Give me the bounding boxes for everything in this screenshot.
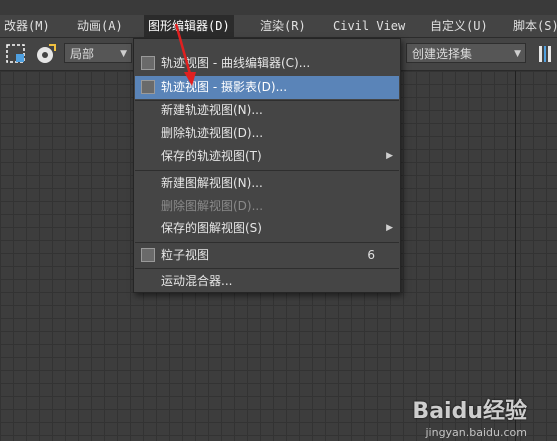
dope-sheet-icon	[141, 80, 155, 94]
menu-item-label: 删除轨迹视图(D)...	[161, 126, 264, 140]
submenu-arrow-icon: ▶	[386, 223, 393, 233]
menu-customize[interactable]: 自定义(U)	[426, 15, 492, 37]
menu-item-new-schematic-view[interactable]: 新建图解视图(N)...	[135, 172, 399, 195]
shortcut-key: 6	[367, 248, 375, 262]
snap-toggle-icon[interactable]	[34, 42, 58, 66]
selection-set-value: 创建选择集	[412, 47, 473, 61]
particle-view-icon	[141, 248, 155, 262]
menu-item-saved-schematic-views[interactable]: 保存的图解视图(S) ▶	[135, 217, 399, 240]
menu-item-motion-mixer[interactable]: 运动混合器...	[135, 270, 399, 293]
menu-item-label: 保存的图解视图(S)	[161, 221, 262, 235]
menu-item-label: 新建轨迹视图(N)...	[161, 103, 263, 117]
menu-item-label: 粒子视图	[161, 248, 210, 262]
menu-item-saved-track-views[interactable]: 保存的轨迹视图(T) ▶	[135, 145, 399, 168]
menu-item-new-track-view[interactable]: 新建轨迹视图(N)...	[135, 99, 399, 122]
menu-item-particle-view[interactable]: 粒子视图 6	[135, 244, 399, 267]
region-select-icon[interactable]	[4, 42, 28, 66]
baidu-watermark: Baidu经验	[412, 399, 527, 424]
chevron-down-icon: ▼	[514, 49, 521, 59]
menu-item-label: 保存的轨迹视图(T)	[161, 149, 262, 163]
menu-separator	[135, 170, 399, 171]
menu-animation[interactable]: 动画(A)	[73, 15, 127, 37]
menu-rendering[interactable]: 渲染(R)	[256, 15, 310, 37]
menu-separator	[135, 268, 399, 269]
menu-item-delete-schematic-view: 删除图解视图(D)...	[135, 195, 399, 218]
menu-item-label: 删除图解视图(D)...	[161, 199, 264, 213]
menu-modifiers[interactable]: 改器(M)	[0, 15, 54, 37]
menu-civil-view[interactable]: Civil View	[329, 15, 409, 37]
reference-coordinate-dropdown[interactable]: 局部 ▼	[64, 43, 132, 63]
menu-bar: 改器(M) 动画(A) 图形编辑器(D) 渲染(R) Civil View 自定…	[0, 15, 557, 38]
baidu-watermark-url: jingyan.baidu.com	[425, 426, 527, 439]
menu-item-delete-track-view[interactable]: 删除轨迹视图(D)...	[135, 122, 399, 145]
chevron-down-icon: ▼	[120, 49, 127, 59]
viewport-divider	[515, 71, 516, 441]
annotation-arrow-icon	[174, 23, 196, 86]
menu-scripting[interactable]: 脚本(S)	[509, 15, 557, 37]
selection-set-dropdown[interactable]: 创建选择集 ▼	[406, 43, 526, 63]
submenu-arrow-icon: ▶	[386, 151, 393, 161]
reference-coordinate-value: 局部	[70, 47, 95, 61]
mirror-icon[interactable]	[536, 42, 557, 66]
menu-item-label: 新建图解视图(N)...	[161, 176, 263, 190]
curve-editor-icon	[141, 56, 155, 70]
menu-item-label: 运动混合器...	[161, 274, 233, 288]
menu-separator	[135, 242, 399, 243]
